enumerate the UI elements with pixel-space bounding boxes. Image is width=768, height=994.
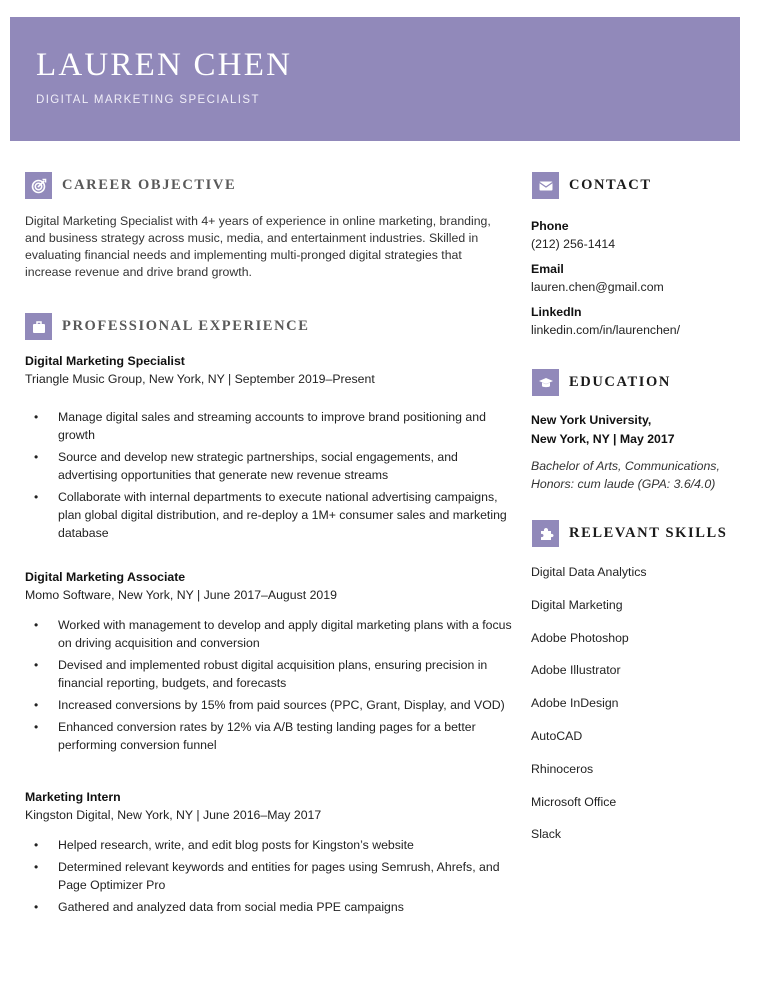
job-meta: Momo Software, New York, NY | June 2017–…: [25, 588, 337, 602]
candidate-title: DIGITAL MARKETING SPECIALIST: [36, 94, 260, 106]
job-bullets: • Manage digital sales and streaming acco…: [25, 408, 515, 542]
skill-item: AutoCAD: [531, 728, 583, 743]
career-objective-heading: CAREER OBJECTIVE: [25, 172, 236, 199]
graduation-cap-icon: [532, 369, 559, 396]
job-title: Digital Marketing Associate: [25, 570, 186, 584]
school-location-date: New York, NY | May 2017: [531, 432, 675, 446]
job-title: Digital Marketing Specialist: [25, 354, 185, 368]
envelope-icon: [532, 172, 559, 199]
job-bullet: • Determined relevant keywords and entiti…: [34, 860, 500, 892]
job-bullet: • Enhanced conversion rates by 12% via A/…: [34, 720, 476, 752]
job-bullet: • Collaborate with internal departments t…: [34, 490, 507, 540]
job-bullet: • Devised and implemented robust digital …: [34, 658, 488, 690]
education-details: New York University, New York, NY | May …: [531, 411, 751, 493]
job-bullet: • Worked with management to develop and a…: [34, 618, 512, 650]
job-meta: Kingston Digital, New York, NY | June 20…: [25, 808, 322, 822]
degree: Bachelor of Arts, Communications,: [531, 459, 720, 473]
candidate-name: LAUREN CHEN: [36, 47, 293, 83]
skill-item: Microsoft Office: [531, 794, 617, 809]
experience-heading: PROFESSIONAL EXPERIENCE: [25, 313, 310, 340]
section-title: EDUCATION: [569, 374, 671, 390]
skill-item: Adobe InDesign: [531, 696, 619, 711]
school-name: New York University,: [531, 413, 652, 427]
job-entry: Digital Marketing Associate Momo Softwar…: [25, 568, 515, 758]
section-title: PROFESSIONAL EXPERIENCE: [62, 318, 310, 334]
target-icon: [25, 172, 52, 199]
section-title: CAREER OBJECTIVE: [62, 177, 237, 193]
career-objective-text: Digital Marketing Specialist with 4+ yea…: [25, 214, 491, 279]
honors: Honors: cum laude (GPA: 3.6/4.0): [531, 477, 716, 491]
skill-item: Slack: [531, 827, 562, 842]
linkedin-link[interactable]: linkedin.com/in/laurenchen/: [531, 321, 751, 339]
skill-item: Rhinoceros: [531, 761, 594, 776]
linkedin-label: LinkedIn: [531, 305, 582, 319]
skill-item: Digital Data Analytics: [531, 565, 647, 579]
briefcase-icon: [25, 313, 52, 340]
education-heading: EDUCATION: [532, 369, 671, 396]
job-bullet: • Manage digital sales and streaming acco…: [34, 410, 486, 442]
job-bullet: • Helped research, write, and edit blog p…: [34, 838, 414, 852]
job-entry: Marketing Intern Kingston Digital, New Y…: [25, 788, 515, 920]
job-bullet: • Gathered and analyzed data from social …: [34, 900, 404, 914]
skill-item: Digital Marketing: [531, 597, 623, 612]
job-bullets: • Helped research, write, and edit blog p…: [25, 836, 515, 916]
section-title: CONTACT: [569, 177, 652, 193]
job-bullets: • Worked with management to develop and a…: [25, 616, 515, 754]
email-label: Email: [531, 262, 564, 276]
skill-item: Adobe Illustrator: [531, 663, 621, 678]
skills-heading: RELEVANT SKILLS: [532, 520, 727, 547]
phone-value[interactable]: (212) 256-1414: [531, 235, 751, 253]
section-title: RELEVANT SKILLS: [569, 525, 728, 541]
job-entry: Digital Marketing Specialist Triangle Mu…: [25, 352, 515, 546]
skills-list: Digital Data Analytics Digital Marketing…: [531, 563, 751, 858]
job-bullet: • Source and develop new strategic partne…: [34, 450, 458, 482]
email-link[interactable]: lauren.chen@gmail.com: [531, 278, 751, 296]
contact-heading: CONTACT: [532, 172, 652, 199]
puzzle-icon: [532, 520, 559, 547]
job-meta: Triangle Music Group, New York, NY | Sep…: [25, 372, 375, 386]
phone-label: Phone: [531, 219, 569, 233]
skill-item: Adobe Photoshop: [531, 630, 629, 645]
contact-details: Phone (212) 256-1414 Email lauren.chen@g…: [531, 217, 751, 346]
header-banner: LAUREN CHEN DIGITAL MARKETING SPECIALIST: [10, 17, 740, 141]
job-title: Marketing Intern: [25, 790, 121, 804]
job-bullet: • Increased conversions by 15% from paid …: [34, 698, 505, 712]
